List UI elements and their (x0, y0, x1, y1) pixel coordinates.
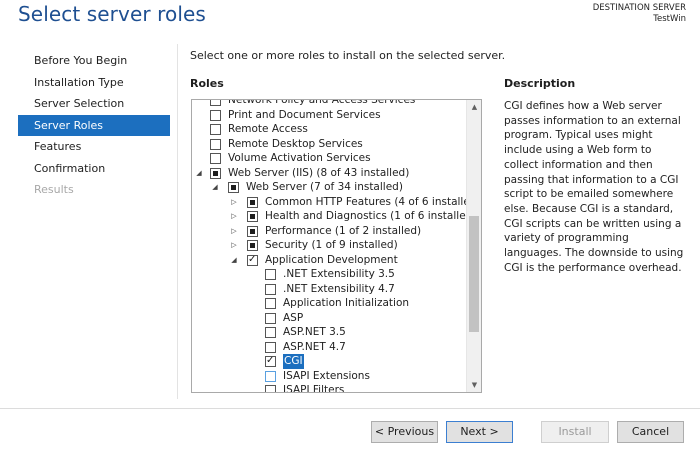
collapse-arrow-icon[interactable]: ▷ (229, 224, 239, 239)
role-checkbox[interactable] (247, 211, 258, 222)
collapse-arrow-icon[interactable]: ▷ (229, 209, 239, 224)
nav-divider (177, 44, 178, 399)
description-text: CGI defines how a Web server passes info… (504, 100, 684, 274)
install-button[interactable]: Install (541, 421, 609, 443)
role-checkbox[interactable] (265, 327, 276, 338)
description-heading: Description (504, 77, 576, 90)
role-checkbox[interactable] (265, 354, 276, 368)
previous-button[interactable]: < Previous (371, 421, 438, 443)
role-checkbox[interactable] (265, 269, 276, 280)
nav-item-server-roles[interactable]: Server Roles (18, 114, 170, 136)
scroll-up-icon[interactable]: ▲ (467, 100, 481, 114)
role-label[interactable]: ASP.NET 3.5 (283, 325, 346, 340)
nav-item-server-selection[interactable]: Server Selection (18, 93, 170, 115)
nav-item-before-you-begin[interactable]: Before You Begin (18, 50, 170, 72)
role-checkbox[interactable] (265, 370, 276, 382)
role-tree-row[interactable]: ASP.NET 4.7 (192, 340, 467, 355)
role-checkbox[interactable] (247, 253, 258, 267)
role-checkbox[interactable] (265, 298, 276, 309)
role-tree-row[interactable]: Volume Activation Services (192, 151, 467, 166)
role-label[interactable]: Remote Access (228, 122, 308, 137)
roles-scrollbar[interactable]: ▲ ▼ (466, 100, 481, 392)
role-checkbox[interactable] (210, 109, 221, 121)
role-checkbox[interactable] (265, 341, 276, 353)
role-label[interactable]: Volume Activation Services (228, 151, 371, 166)
role-checkbox[interactable] (247, 196, 258, 208)
role-checkbox[interactable] (210, 153, 221, 164)
role-checkbox[interactable] (265, 312, 276, 324)
next-button[interactable]: Next > (446, 421, 513, 443)
role-tree-row[interactable]: Remote Desktop Services (192, 137, 467, 152)
roles-heading: Roles (190, 77, 224, 90)
destination-server: DESTINATION SERVER TestWin (593, 3, 686, 25)
role-tree-row[interactable]: .NET Extensibility 4.7 (192, 282, 467, 297)
role-checkbox[interactable] (265, 385, 276, 392)
role-label[interactable]: ASP (283, 311, 303, 326)
collapse-arrow-icon[interactable]: ▷ (229, 195, 239, 210)
role-tree-row[interactable]: ASP.NET 3.5 (192, 325, 467, 340)
nav-item-results: Results (34, 183, 74, 196)
role-tree-row[interactable]: Network Policy and Access Services (192, 100, 467, 108)
role-label[interactable]: Web Server (IIS) (8 of 43 installed) (228, 166, 409, 181)
role-tree-row[interactable]: ▷ Health and Diagnostics (1 of 6 installe… (192, 209, 476, 224)
role-tree-row[interactable]: ◢ Web Server (IIS) (8 of 43 installed) (192, 166, 467, 181)
scroll-down-icon[interactable]: ▼ (467, 378, 481, 392)
roles-tree-list: Network Policy and Access Services Print … (192, 100, 481, 392)
role-label[interactable]: Security (1 of 9 installed) (265, 238, 398, 253)
nav-item-installation-type[interactable]: Installation Type (18, 72, 170, 94)
role-label[interactable]: .NET Extensibility 4.7 (283, 282, 395, 297)
role-tree-row[interactable]: Print and Document Services (192, 108, 467, 123)
role-tree-row[interactable]: Application Initialization (192, 296, 467, 311)
role-label[interactable]: Performance (1 of 2 installed) (265, 224, 421, 239)
role-checkbox[interactable] (210, 124, 221, 135)
role-tree-row[interactable]: .NET Extensibility 3.5 (192, 267, 467, 282)
expand-arrow-icon[interactable]: ◢ (210, 180, 220, 195)
role-tree-row[interactable]: ◢ Web Server (7 of 34 installed) (192, 180, 467, 195)
cancel-button[interactable]: Cancel (617, 421, 684, 443)
page-title: Select server roles (18, 2, 206, 26)
role-tree-row[interactable]: ASP (192, 311, 467, 326)
role-label[interactable]: ISAPI Extensions (283, 369, 370, 384)
role-checkbox[interactable] (265, 283, 276, 295)
role-tree-row[interactable]: CGI (192, 354, 467, 369)
instructions-text: Select one or more roles to install on t… (190, 49, 506, 62)
destination-label: DESTINATION SERVER (592, 3, 686, 13)
role-label[interactable]: Web Server (7 of 34 installed) (246, 180, 403, 195)
role-label[interactable]: ISAPI Filters (283, 383, 344, 392)
destination-name: TestWin (653, 14, 686, 24)
role-tree-row[interactable]: ISAPI Filters (192, 383, 467, 392)
role-checkbox[interactable] (210, 138, 221, 150)
wizard-nav: Before You Begin Installation Type Server … (18, 50, 170, 201)
scrollbar-thumb[interactable] (469, 216, 479, 332)
role-tree-row[interactable]: ▷ Security (1 of 9 installed) (192, 238, 467, 253)
role-tree-row[interactable]: ▷ Common HTTP Features (4 of 6 installed) (192, 195, 481, 210)
role-checkbox[interactable] (247, 240, 258, 251)
role-tree-row[interactable]: ISAPI Extensions (192, 369, 467, 384)
expand-arrow-icon[interactable]: ◢ (229, 253, 239, 268)
nav-item-confirmation[interactable]: Confirmation (18, 158, 170, 180)
role-label[interactable]: Print and Document Services (228, 108, 381, 123)
role-label[interactable]: Network Policy and Access Services (228, 100, 415, 108)
role-label[interactable]: Remote Desktop Services (228, 137, 363, 152)
expand-arrow-icon[interactable]: ◢ (194, 166, 204, 181)
role-label[interactable]: Application Initialization (283, 296, 409, 311)
role-tree-row[interactable]: ◢ Application Development (192, 253, 467, 268)
role-checkbox[interactable] (210, 100, 221, 106)
roles-tree[interactable]: Network Policy and Access Services Print … (191, 99, 482, 393)
role-tree-row[interactable]: ▷ Performance (1 of 2 installed) (192, 224, 467, 239)
collapse-arrow-icon[interactable]: ▷ (229, 238, 239, 253)
role-checkbox[interactable] (228, 182, 239, 193)
nav-item-features[interactable]: Features (18, 136, 170, 158)
role-tree-row[interactable]: Remote Access (192, 122, 467, 137)
role-label[interactable]: Health and Diagnostics (1 of 6 installed… (265, 209, 476, 224)
footer-divider (0, 408, 700, 409)
role-label[interactable]: .NET Extensibility 3.5 (283, 267, 395, 282)
role-label[interactable]: ASP.NET 4.7 (283, 340, 346, 355)
role-label[interactable]: CGI (283, 354, 304, 369)
role-checkbox[interactable] (210, 167, 221, 179)
role-label[interactable]: Application Development (265, 253, 398, 268)
role-checkbox[interactable] (247, 225, 258, 237)
role-label[interactable]: Common HTTP Features (4 of 6 installed) (265, 195, 481, 210)
